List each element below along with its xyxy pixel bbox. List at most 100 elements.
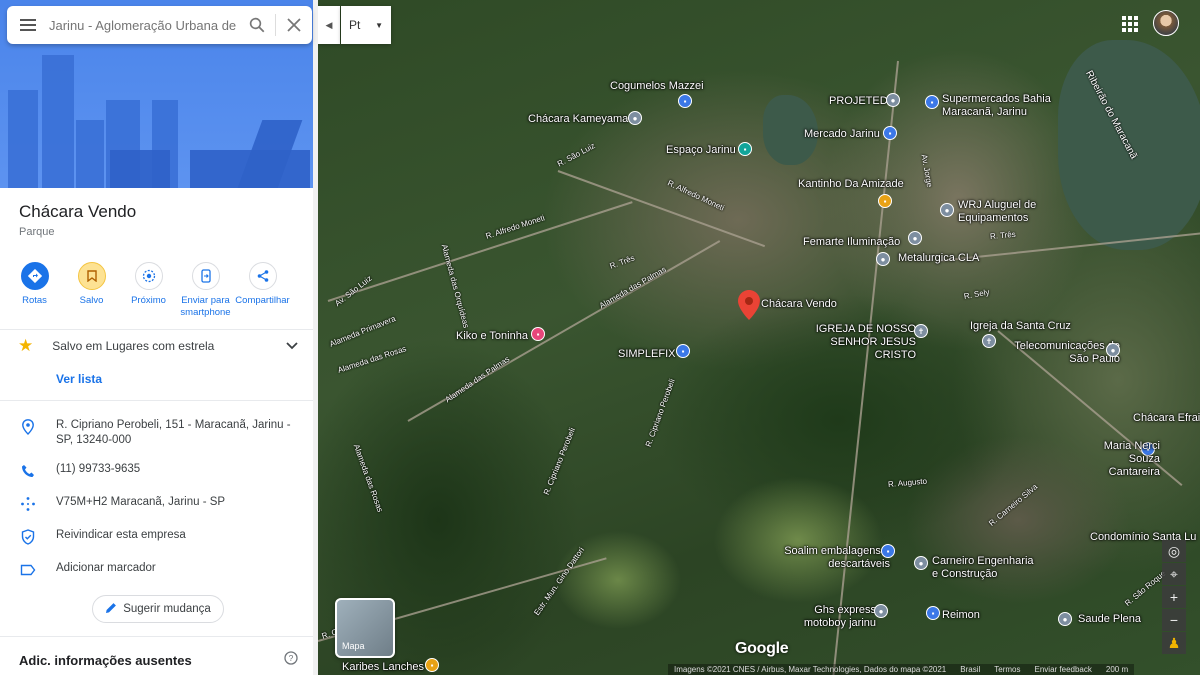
layer-selector-label: Pt	[349, 18, 361, 32]
place-label[interactable]: Chácara Efrai	[1133, 412, 1200, 425]
menu-icon[interactable]	[7, 6, 49, 44]
place-label[interactable]: WRJ Aluguel de Equipamentos	[958, 199, 1058, 225]
place-label[interactable]: Chácara Kameyama	[528, 113, 628, 126]
shopping-pin-icon[interactable]: ▪	[678, 94, 692, 108]
church-pin-icon[interactable]: ✝	[982, 334, 996, 348]
restaurant-pin-icon[interactable]: ▪	[878, 194, 892, 208]
place-label[interactable]: Reimon	[942, 609, 980, 622]
place-pin-icon[interactable]: ●	[628, 111, 642, 125]
road-label: R. Três	[989, 229, 1017, 241]
place-pin-icon[interactable]: ●	[940, 203, 954, 217]
place-pin-icon[interactable]: ●	[1058, 612, 1072, 626]
map-layer-toggle[interactable]: Mapa	[335, 598, 395, 658]
account-avatar[interactable]	[1153, 10, 1179, 36]
suggest-edit-section: Sugerir mudança	[0, 587, 316, 637]
feedback-link[interactable]: Enviar feedback	[1035, 665, 1092, 674]
place-pin-icon[interactable]: ●	[874, 604, 888, 618]
place-label[interactable]: Kiko e Toninha	[456, 330, 528, 343]
shopping-pin-icon[interactable]: ▪	[881, 544, 895, 558]
phone-row[interactable]: (11) 99733-9635	[0, 455, 316, 488]
my-location-icon[interactable]: ⌖	[1162, 563, 1186, 585]
restaurant-pin-icon[interactable]: ▪	[425, 658, 439, 672]
plus-code-row[interactable]: V75M+H2 Maracanã, Jarinu - SP	[0, 488, 316, 521]
lodging-pin-icon[interactable]: ▪	[531, 327, 545, 341]
church-pin-icon[interactable]: ✝	[914, 324, 928, 338]
claim-business-row[interactable]: Reivindicar esta empresa	[0, 521, 316, 554]
place-label[interactable]: Femarte Iluminação	[803, 236, 900, 249]
selected-place-pin-icon[interactable]	[738, 290, 760, 320]
dropdown-arrow-icon: ▼	[375, 20, 383, 30]
place-pin-icon[interactable]: ●	[1106, 343, 1120, 357]
globe-view-icon[interactable]: ◎	[1162, 540, 1186, 562]
search-bar	[7, 6, 312, 44]
view-list-link[interactable]: Ver lista	[0, 362, 316, 401]
shopping-pin-icon[interactable]: ▪	[925, 95, 939, 109]
chevron-down-icon[interactable]	[286, 337, 298, 355]
shopping-pin-icon[interactable]: ▪	[883, 126, 897, 140]
place-category[interactable]: Parque	[19, 226, 297, 238]
phone-icon	[18, 461, 38, 481]
saved-list-row[interactable]: ★ Salvo em Lugares com estrela	[0, 330, 316, 362]
place-label[interactable]: Kantinho Da Amizade	[798, 178, 904, 191]
place-label[interactable]: Chácara Vendo	[761, 298, 837, 311]
place-label[interactable]: Karibes Lanches	[342, 661, 424, 674]
directions-icon	[20, 262, 49, 290]
scale-label[interactable]: 200 m	[1106, 665, 1128, 674]
panel-scrollbar[interactable]	[313, 0, 318, 675]
send-to-phone-icon	[191, 262, 220, 290]
label-tag-icon	[18, 560, 38, 580]
apps-grid-icon[interactable]	[1122, 16, 1138, 32]
layer-selector[interactable]: Pt ▼	[341, 6, 391, 44]
search-icon[interactable]	[239, 6, 275, 44]
search-input[interactable]	[49, 17, 239, 33]
collapse-panel-button[interactable]: ◀	[318, 6, 340, 44]
place-label[interactable]: Soalim embalagens e descartáveis	[780, 545, 890, 571]
save-button[interactable]: Salvo	[63, 250, 120, 329]
road	[327, 201, 633, 302]
country-label[interactable]: Brasil	[960, 665, 980, 674]
place-pin-icon[interactable]: ●	[886, 93, 900, 107]
place-pin-icon[interactable]: ●	[908, 231, 922, 245]
place-label[interactable]: Mercado Jarinu	[804, 128, 880, 141]
missing-info-header: Adic. informações ausentes ?	[0, 637, 316, 670]
saved-list-name: Salvo em Lugares com estrela	[52, 339, 215, 353]
road-label: R. Cipriano Perobeli	[541, 426, 577, 497]
shopping-pin-icon[interactable]: ▪	[926, 606, 940, 620]
add-label-row[interactable]: Adicionar marcador	[0, 554, 316, 587]
place-label[interactable]: PROJETED	[829, 95, 888, 108]
place-label[interactable]: IGREJA DE NOSSO SENHOR JESUS CRISTO	[792, 323, 916, 362]
place-label[interactable]: Ghs express motoboy jarinu	[784, 604, 876, 630]
street-view-pegman-icon[interactable]: ♟	[1162, 632, 1186, 654]
place-label[interactable]: Supermercados Bahia Maracanã, Jarinu	[942, 93, 1078, 119]
action-label: Próximo	[131, 295, 166, 306]
place-label[interactable]: Saude Plena	[1078, 613, 1141, 626]
place-label[interactable]: Igreja da Santa Cruz	[970, 320, 1071, 333]
place-label[interactable]: Telecomunicações de São Paulo	[1010, 340, 1120, 366]
address-row[interactable]: R. Cipriano Perobeli, 151 - Maracanã, Ja…	[0, 411, 316, 455]
clear-search-icon[interactable]	[276, 6, 312, 44]
satellite-map[interactable]: R. São Luiz Av. São Luiz R. Alfredo Mone…	[318, 0, 1200, 675]
nearby-button[interactable]: Próximo	[120, 250, 177, 329]
place-label[interactable]: Maria Nerci Souza Cantareira	[1080, 440, 1160, 479]
place-label[interactable]: Carneiro Engenharia e Construção	[932, 555, 1042, 581]
send-to-phone-button[interactable]: Enviar para smartphone	[177, 250, 234, 329]
action-bar: Rotas Salvo Próximo Enviar para smartpho…	[0, 250, 316, 330]
directions-button[interactable]: Rotas	[6, 250, 63, 329]
suggest-edit-button[interactable]: Sugerir mudança	[92, 595, 224, 623]
attraction-pin-icon[interactable]: ▪	[738, 142, 752, 156]
terms-link[interactable]: Termos	[994, 665, 1020, 674]
place-pin-icon[interactable]: ●	[876, 252, 890, 266]
place-label[interactable]: SIMPLEFIX	[618, 348, 675, 361]
help-icon[interactable]: ?	[284, 651, 298, 670]
place-header: Chácara Vendo Parque	[0, 188, 316, 250]
place-label[interactable]: Espaço Jarinu	[666, 144, 736, 157]
road-label: Av. Jorge	[919, 153, 935, 188]
place-label[interactable]: Cogumelos Mazzei	[610, 80, 704, 93]
place-pin-icon[interactable]: ●	[914, 556, 928, 570]
shopping-pin-icon[interactable]: ▪	[676, 344, 690, 358]
zoom-out-button[interactable]: −	[1162, 609, 1186, 631]
place-label[interactable]: Metalurgica CLA	[898, 252, 979, 265]
share-button[interactable]: Compartilhar	[234, 250, 291, 329]
zoom-in-button[interactable]: +	[1162, 586, 1186, 608]
imagery-credit: Imagens ©2021 CNES / Airbus, Maxar Techn…	[674, 665, 947, 674]
